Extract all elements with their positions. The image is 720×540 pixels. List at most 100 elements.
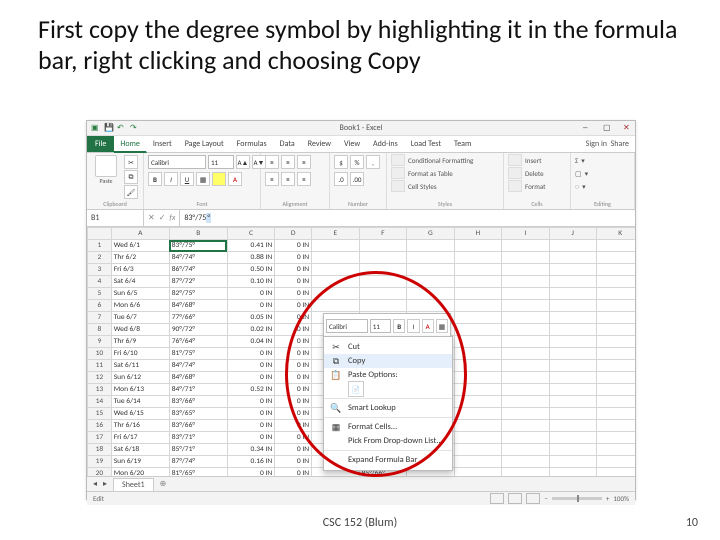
cell[interactable] xyxy=(549,288,596,300)
cut-icon[interactable]: ✂ xyxy=(124,155,138,169)
align-middle-icon[interactable]: ≡ xyxy=(281,155,295,169)
cell[interactable] xyxy=(596,300,635,312)
ctx-expand-formula-bar[interactable]: Expand Formula Bar xyxy=(324,453,452,467)
dec-decimal-icon[interactable]: .00 xyxy=(350,172,364,186)
cell[interactable] xyxy=(596,420,635,432)
cell[interactable]: 0 IN xyxy=(275,240,312,252)
tab-review[interactable]: Review xyxy=(302,136,338,152)
cell[interactable]: Sun 6/5 xyxy=(111,288,169,300)
cell-styles-button[interactable]: Cell Styles xyxy=(391,181,437,191)
cell[interactable] xyxy=(454,360,501,372)
cell[interactable] xyxy=(454,420,501,432)
font-size-select[interactable]: 11 xyxy=(208,155,234,169)
formula-input[interactable]: 83°/75° xyxy=(180,210,635,226)
cell[interactable] xyxy=(502,300,549,312)
cell[interactable] xyxy=(502,444,549,456)
cell[interactable] xyxy=(549,360,596,372)
cell[interactable]: 0 IN xyxy=(227,300,274,312)
row-header[interactable]: 1 xyxy=(88,240,112,252)
cell[interactable] xyxy=(407,276,454,288)
cell[interactable]: Sun 6/19 xyxy=(111,456,169,468)
row-header[interactable]: 16 xyxy=(88,420,112,432)
cell[interactable] xyxy=(502,348,549,360)
cell[interactable] xyxy=(596,360,635,372)
fill-color-icon[interactable] xyxy=(212,172,226,186)
cell[interactable] xyxy=(454,432,501,444)
tab-loadtest[interactable]: Load Test xyxy=(405,136,448,152)
cell[interactable]: 0 IN xyxy=(275,312,312,324)
cell[interactable]: 0 IN xyxy=(275,432,312,444)
cell[interactable]: 0.16 IN xyxy=(227,456,274,468)
align-bottom-icon[interactable]: ≡ xyxy=(297,155,311,169)
cell[interactable] xyxy=(312,240,359,252)
cell[interactable]: 0.02 IN xyxy=(227,324,274,336)
close-button[interactable]: ✕ xyxy=(617,123,633,133)
cell[interactable]: Mon 6/13 xyxy=(111,384,169,396)
cell[interactable] xyxy=(454,444,501,456)
underline-button[interactable]: U xyxy=(180,172,194,186)
cell[interactable] xyxy=(359,288,406,300)
cancel-icon[interactable]: ✕ xyxy=(148,213,155,223)
mini-font-size[interactable]: 11 xyxy=(370,319,391,333)
mini-border-icon[interactable]: ▦ xyxy=(436,319,448,333)
zoom-out-button[interactable]: − xyxy=(544,494,548,503)
cell[interactable] xyxy=(454,312,501,324)
copy-icon[interactable]: ⧉ xyxy=(124,170,138,184)
cell[interactable]: 84°/68° xyxy=(169,300,227,312)
cell[interactable] xyxy=(596,396,635,408)
cell[interactable]: 0.52 IN xyxy=(227,384,274,396)
cell[interactable]: Mon 6/6 xyxy=(111,300,169,312)
cell[interactable]: 0.05 IN xyxy=(227,312,274,324)
cell[interactable] xyxy=(502,360,549,372)
cell[interactable] xyxy=(502,396,549,408)
file-tab[interactable]: File xyxy=(87,136,114,152)
cell[interactable]: 0 IN xyxy=(227,408,274,420)
format-painter-icon[interactable]: 🖌 xyxy=(124,185,138,199)
row-header[interactable]: 15 xyxy=(88,408,112,420)
cell[interactable]: 83°/71° xyxy=(169,432,227,444)
cell[interactable] xyxy=(549,444,596,456)
row-header[interactable]: 3 xyxy=(88,264,112,276)
font-color-icon[interactable]: A xyxy=(228,172,242,186)
ctx-smart-lookup[interactable]: 🔍Smart Lookup xyxy=(324,401,452,415)
cell[interactable] xyxy=(502,336,549,348)
view-normal-icon[interactable] xyxy=(490,493,504,504)
tab-data[interactable]: Data xyxy=(274,136,302,152)
row-header[interactable]: 9 xyxy=(88,336,112,348)
cell[interactable] xyxy=(596,408,635,420)
save-icon[interactable]: 💾 xyxy=(104,123,114,133)
cell[interactable]: 83°/66° xyxy=(169,396,227,408)
cell[interactable] xyxy=(454,336,501,348)
cell[interactable]: 0 IN xyxy=(275,396,312,408)
cell[interactable]: 76°/64° xyxy=(169,336,227,348)
cell[interactable] xyxy=(502,276,549,288)
cell[interactable] xyxy=(454,252,501,264)
cell[interactable]: 0 IN xyxy=(275,468,312,477)
signin-link[interactable]: Sign in xyxy=(586,139,607,149)
sheet-nav-next-icon[interactable]: ▸ xyxy=(103,479,107,489)
cell[interactable]: 0 IN xyxy=(275,288,312,300)
cell[interactable] xyxy=(596,456,635,468)
cell[interactable] xyxy=(549,348,596,360)
cell[interactable] xyxy=(596,288,635,300)
cell[interactable]: 0 IN xyxy=(227,420,274,432)
col-header-B[interactable]: B xyxy=(169,228,227,240)
cell[interactable]: 84°/71° xyxy=(169,384,227,396)
ctx-pick-list[interactable]: Pick From Drop-down List... xyxy=(324,434,452,448)
cell[interactable] xyxy=(549,420,596,432)
paste-default-icon[interactable]: 📄 xyxy=(348,381,364,397)
cell[interactable]: Fri 6/10 xyxy=(111,348,169,360)
cell[interactable] xyxy=(596,348,635,360)
cell[interactable] xyxy=(407,300,454,312)
view-pagebreak-icon[interactable] xyxy=(526,493,540,504)
cell[interactable]: Sat 6/11 xyxy=(111,360,169,372)
cell[interactable]: 0 IN xyxy=(227,288,274,300)
tab-view[interactable]: View xyxy=(338,136,367,152)
cell[interactable] xyxy=(596,276,635,288)
cell[interactable] xyxy=(596,384,635,396)
cell[interactable] xyxy=(596,444,635,456)
cell[interactable] xyxy=(359,240,406,252)
cell[interactable]: Wed 6/15 xyxy=(111,408,169,420)
delete-cells-button[interactable]: Delete xyxy=(508,168,544,178)
cell[interactable] xyxy=(312,300,359,312)
